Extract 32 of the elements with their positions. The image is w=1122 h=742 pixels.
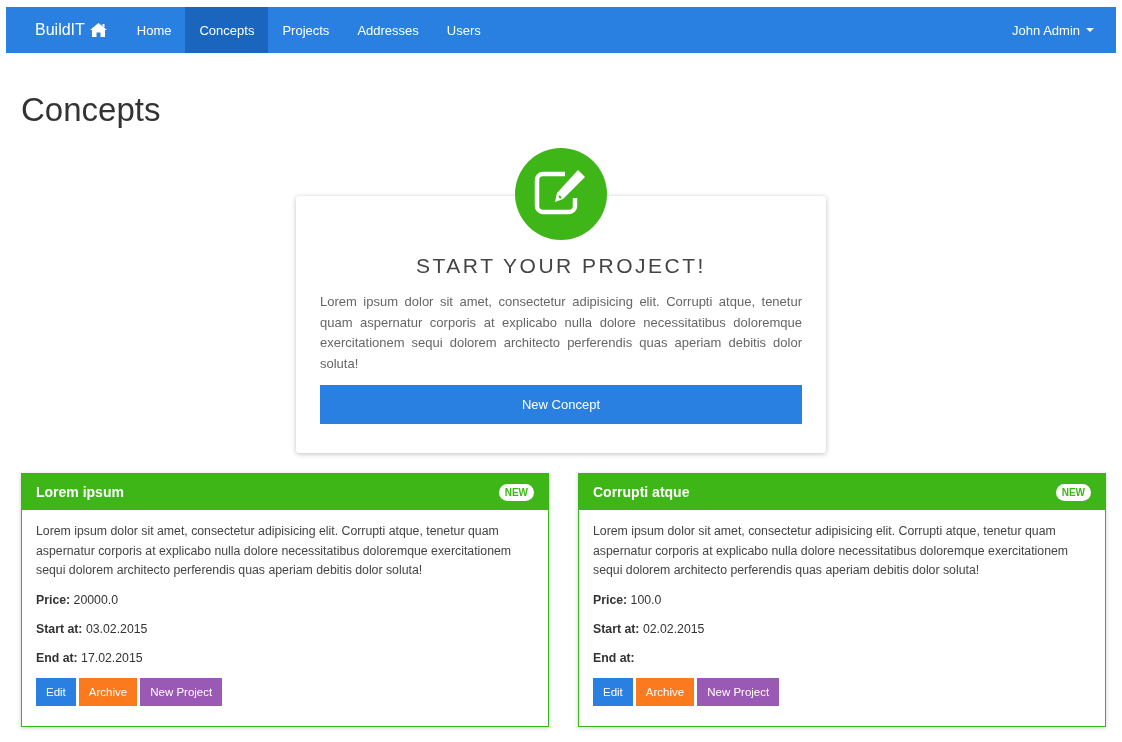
home-icon [89,23,107,37]
project-button[interactable]: New Project [140,677,223,706]
project-button[interactable]: New Project [697,677,780,706]
card-title: Corrupti atque [593,484,690,500]
field-line: End at: 17.02.2015 [36,649,144,667]
user-menu[interactable]: John Admin [998,7,1116,53]
nav-tab[interactable]: Projects [268,7,344,53]
edit-icon [515,148,607,240]
card-text: Lorem ipsum dolor sit amet, consectetur adipisicing elit. Corrupti atque, tenetur quam aspernatur corporis at explicabo nulla dolore necessitatibus doloremque exercitationem sequi dolorem architecto perferendis quas aperiam debitis dolor soluta! [593,523,1070,580]
field-line: Price: 20000.0 [36,591,120,609]
nav-tab[interactable]: Users [432,7,495,53]
field-line: Start at: 02.02.2015 [593,620,706,638]
card-title: Lorem ipsum [36,484,124,500]
start-text: Lorem ipsum dolor sit amet, consectetur adipisicing elit. Corrupti atque, tenetur quam aspernatur corporis at explicabo nulla dolore necessitatibus doloremque exercitationem sequi dolorem architecto perferendis quas aperiam debitis dolor soluta! [320,293,802,373]
brand-title[interactable]: BuildIT [35,21,85,39]
nav-tab[interactable]: Home [122,7,186,53]
new-badge: NEW [1055,483,1091,501]
edit-button[interactable]: Edit [36,677,76,706]
new-concept-button[interactable]: New Concept [320,385,802,424]
field-line: End at: [593,649,636,667]
archive-button[interactable]: Archive [635,677,695,706]
new-badge: NEW [498,483,534,501]
nav-tab[interactable]: Concepts [185,7,269,53]
field-line: Start at: 03.02.2015 [36,620,149,638]
edit-button[interactable]: Edit [593,677,633,706]
archive-button[interactable]: Archive [78,677,138,706]
card-text: Lorem ipsum dolor sit amet, consectetur adipisicing elit. Corrupti atque, tenetur quam aspernatur corporis at explicabo nulla dolore necessitatibus doloremque exercitationem sequi dolorem architecto perferendis quas aperiam debitis dolor soluta! [36,523,513,580]
start-title: START YOUR PROJECT! [415,254,707,278]
nav-tab[interactable]: Addresses [343,7,433,53]
page-title: Concepts [21,91,162,129]
field-line: Price: 100.0 [593,591,663,609]
caret-icon [1086,28,1094,32]
